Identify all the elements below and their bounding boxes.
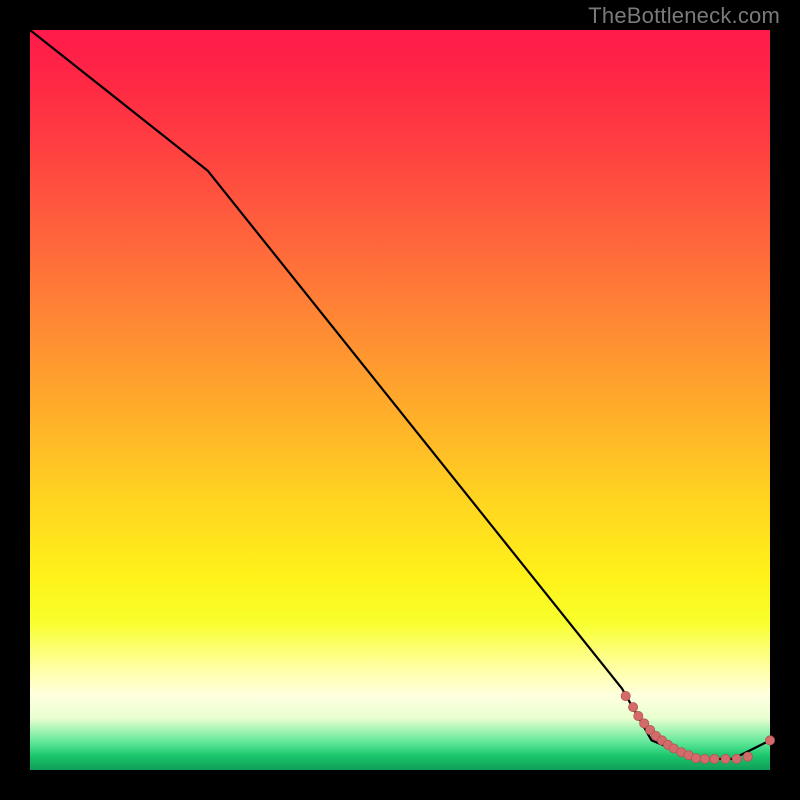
marker-cluster [621, 691, 775, 763]
data-marker [629, 703, 638, 712]
data-marker [743, 752, 752, 761]
data-marker [621, 691, 630, 700]
figure-container: TheBottleneck.com [0, 0, 800, 800]
chart-overlay [30, 30, 770, 770]
data-marker [700, 754, 709, 763]
data-marker [732, 754, 741, 763]
data-marker [721, 754, 730, 763]
bottleneck-curve [30, 30, 770, 759]
plot-area [30, 30, 770, 770]
data-marker [710, 754, 719, 763]
data-marker [765, 736, 774, 745]
attribution-text: TheBottleneck.com [588, 3, 780, 29]
data-marker [691, 754, 700, 763]
